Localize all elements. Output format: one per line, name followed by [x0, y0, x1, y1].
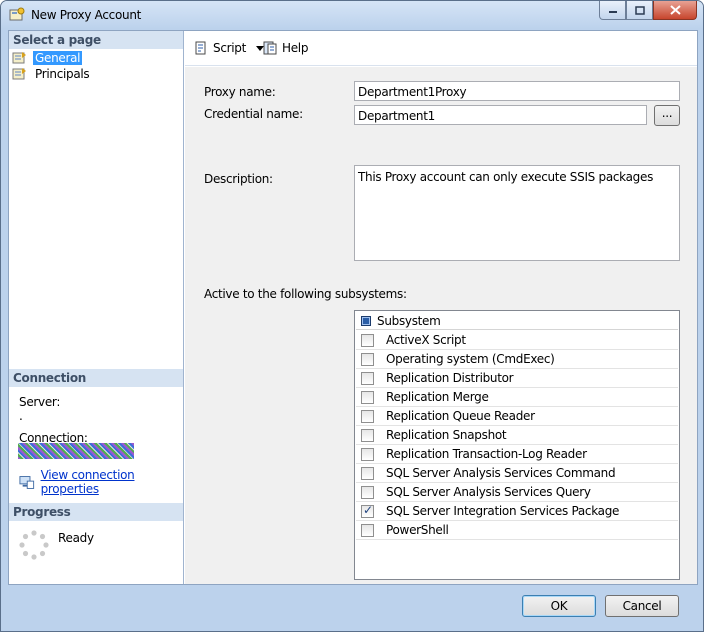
maximize-icon	[634, 5, 645, 15]
grid-header: Subsystem	[356, 312, 678, 330]
page-item-label: Principals	[35, 67, 90, 81]
proxy-name-label: Proxy name:	[204, 85, 276, 99]
description-field[interactable]: This Proxy account can only execute SSIS…	[354, 165, 680, 261]
subsystem-column-header[interactable]: Subsystem	[377, 314, 441, 328]
view-connection-properties-link[interactable]: View connection properties	[19, 468, 183, 496]
browse-credential-button[interactable]: ...	[654, 105, 680, 126]
minimize-button[interactable]	[599, 1, 626, 20]
subsystem-row[interactable]: Replication Queue Reader	[356, 407, 678, 426]
page-item-principals[interactable]: Principals	[12, 66, 91, 82]
script-label: Script	[213, 41, 247, 55]
ok-button[interactable]: OK	[522, 595, 596, 617]
subsystem-label: Replication Merge	[386, 390, 489, 404]
left-navigation-panel: Select a page General Principals Connect…	[9, 31, 184, 584]
script-button[interactable]: Script	[193, 39, 265, 57]
page-item-label: General	[33, 51, 83, 65]
subsystems-label: Active to the following subsystems:	[204, 287, 407, 301]
subsystem-row[interactable]: SQL Server Analysis Services Query	[356, 483, 678, 502]
server-value: .	[19, 409, 23, 423]
script-icon	[195, 41, 206, 55]
connection-properties-icon	[19, 475, 35, 489]
window-title: New Proxy Account	[31, 8, 142, 22]
subsystem-checkbox[interactable]	[361, 390, 374, 404]
subsystem-checkbox[interactable]	[361, 523, 374, 537]
credential-name-label: Credential name:	[204, 107, 303, 121]
subsystem-row[interactable]: Replication Merge	[356, 388, 678, 407]
subsystem-checkbox[interactable]	[361, 466, 374, 480]
description-label: Description:	[204, 172, 273, 186]
close-button[interactable]	[653, 1, 697, 20]
subsystem-checkbox[interactable]	[361, 371, 374, 385]
subsystem-row[interactable]: PowerShell	[356, 521, 678, 540]
connection-value-redacted	[18, 443, 134, 459]
subsystem-label: SQL Server Analysis Services Command	[386, 466, 616, 480]
subsystem-row[interactable]: Operating system (CmdExec)	[356, 350, 678, 369]
subsystem-checkbox[interactable]	[361, 485, 374, 499]
general-page-content: Proxy name: Department1Proxy Credential …	[185, 67, 697, 584]
minimize-icon	[608, 11, 617, 13]
subsystem-row[interactable]: Replication Snapshot	[356, 426, 678, 445]
subsystem-row[interactable]: Replication Distributor	[356, 369, 678, 388]
checkmark-icon: ✓	[363, 502, 373, 517]
subsystem-label: SQL Server Analysis Services Query	[386, 485, 591, 499]
progress-header: Progress	[9, 503, 183, 521]
help-button[interactable]: Help	[262, 39, 308, 57]
help-label: Help	[282, 41, 309, 55]
subsystem-label: SQL Server Integration Services Package	[386, 504, 620, 518]
title-bar[interactable]: New Proxy Account	[1, 1, 703, 29]
subsystems-grid: Subsystem ActiveX Script Operating system…	[354, 310, 680, 580]
new-proxy-account-window: New Proxy Account Select a page General …	[0, 0, 704, 632]
subsystem-checkbox[interactable]	[361, 428, 374, 442]
subsystem-label: ActiveX Script	[386, 333, 466, 347]
page-item-general[interactable]: General	[12, 50, 83, 66]
page-icon	[12, 52, 26, 64]
subsystem-label: PowerShell	[386, 523, 449, 537]
subsystem-row[interactable]: Replication Transaction-Log Reader	[356, 445, 678, 464]
subsystem-label: Replication Queue Reader	[386, 409, 535, 423]
proxy-name-field[interactable]: Department1Proxy	[354, 81, 680, 101]
subsystem-checkbox[interactable]: ✓	[361, 502, 374, 518]
subsystem-checkbox[interactable]	[361, 333, 374, 347]
toolbar: Script Help	[185, 31, 697, 66]
select-all-checkbox[interactable]	[361, 315, 371, 326]
progress-status: Ready	[58, 531, 94, 545]
subsystem-row[interactable]: ✓ SQL Server Integration Services Package	[356, 502, 678, 521]
subsystem-rows: ActiveX Script Operating system (CmdExec)…	[356, 331, 678, 540]
dialog-client-area: Select a page General Principals Connect…	[8, 30, 698, 585]
subsystem-row[interactable]: ActiveX Script	[356, 331, 678, 350]
proxy-account-icon	[9, 7, 25, 21]
server-label: Server:	[19, 395, 61, 409]
subsystem-row[interactable]: SQL Server Analysis Services Command	[356, 464, 678, 483]
subsystem-checkbox[interactable]	[361, 352, 374, 366]
connection-header: Connection	[9, 369, 183, 387]
progress-spinner-icon	[19, 530, 49, 560]
page-icon	[12, 68, 26, 80]
window-controls	[599, 1, 697, 20]
subsystem-checkbox[interactable]	[361, 447, 374, 461]
select-page-header: Select a page	[9, 31, 183, 49]
subsystem-label: Replication Snapshot	[386, 428, 507, 442]
subsystem-label: Operating system (CmdExec)	[386, 352, 555, 366]
help-icon	[263, 41, 277, 55]
close-icon	[669, 5, 681, 15]
subsystem-label: Replication Transaction-Log Reader	[386, 447, 587, 461]
credential-name-field[interactable]: Department1	[354, 105, 647, 125]
subsystem-label: Replication Distributor	[386, 371, 514, 385]
view-connection-properties-label: View connection properties	[40, 468, 135, 496]
maximize-button[interactable]	[626, 1, 653, 20]
cancel-button[interactable]: Cancel	[605, 595, 679, 617]
subsystem-checkbox[interactable]	[361, 409, 374, 423]
